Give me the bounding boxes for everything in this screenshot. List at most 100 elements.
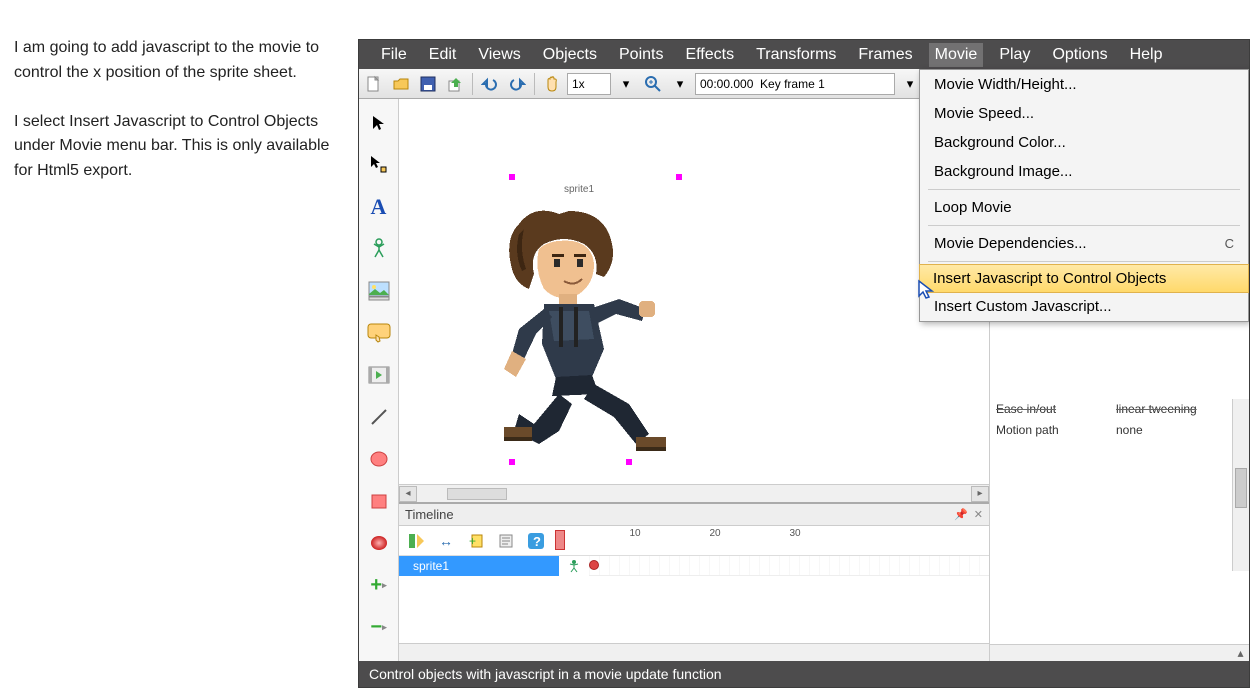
tl-stretch-icon[interactable]: ↔	[435, 530, 457, 552]
app-window: File Edit Views Objects Points Effects T…	[358, 39, 1250, 688]
shortcut-label: C	[1225, 236, 1234, 251]
track-body[interactable]	[589, 556, 989, 576]
tick-30: 30	[789, 528, 800, 539]
properties-body: Ease in/out linear tweening Motion path …	[990, 399, 1249, 661]
instruction-p2: I select Insert Javascript to Control Ob…	[14, 110, 342, 184]
remove-tool-icon[interactable]: −▸	[365, 613, 393, 641]
menu-effects[interactable]: Effects	[679, 43, 740, 67]
add-tool-icon[interactable]: +▸	[365, 571, 393, 599]
scroll-thumb[interactable]	[447, 488, 507, 500]
select-tool-icon[interactable]	[365, 109, 393, 137]
timeline-row-sprite1[interactable]: sprite1	[399, 556, 989, 576]
point-select-icon[interactable]	[365, 151, 393, 179]
menu-separator-3	[928, 261, 1240, 262]
props-bottombar: ▴	[990, 644, 1249, 661]
track-name[interactable]: sprite1	[399, 556, 559, 576]
timeline-hscroll[interactable]	[399, 643, 989, 661]
canvas: sprite1	[434, 114, 954, 494]
scroll-left-icon[interactable]: ◂	[399, 486, 417, 502]
zoom-input[interactable]	[567, 73, 611, 95]
tick-20: 20	[709, 528, 720, 539]
sprite-label: sprite1	[564, 184, 594, 195]
oval-tool-icon[interactable]	[365, 445, 393, 473]
zoom-dropdown2-icon[interactable]: ▾	[668, 72, 692, 96]
svg-text:?: ?	[533, 534, 541, 549]
bone-tool-icon[interactable]	[365, 235, 393, 263]
timeline-header: Timeline 📌 ✕	[399, 504, 989, 526]
menu-points[interactable]: Points	[613, 43, 669, 67]
tl-help-icon[interactable]: ?	[525, 530, 547, 552]
tick-10: 10	[629, 528, 640, 539]
keyframe-0[interactable]	[589, 560, 599, 570]
menu-frames[interactable]: Frames	[852, 43, 918, 67]
undo-icon[interactable]	[478, 72, 502, 96]
selection-handle-br[interactable]	[626, 459, 632, 465]
menu-separator-1	[928, 189, 1240, 190]
timeline-pin-icon[interactable]: 📌	[954, 508, 968, 521]
selection-handle-tl[interactable]	[509, 174, 515, 180]
props-scrollbar[interactable]	[1232, 399, 1249, 571]
menu-transforms[interactable]: Transforms	[750, 43, 842, 67]
menuitem-insert-js-control[interactable]: Insert Javascript to Control Objects	[919, 264, 1249, 293]
menuitem-background-image[interactable]: Background Image...	[920, 157, 1248, 186]
menu-views[interactable]: Views	[472, 43, 526, 67]
frame-input[interactable]	[695, 73, 895, 95]
menuitem-movie-width-height[interactable]: Movie Width/Height...	[920, 70, 1248, 99]
menu-separator-2	[928, 225, 1240, 226]
button-tool-icon[interactable]	[365, 319, 393, 347]
menu-help[interactable]: Help	[1124, 43, 1169, 67]
timeline-toolbar: ↔ + ? 10 20 30	[399, 526, 989, 556]
canvas-hscroll[interactable]: ◂ ▸	[399, 484, 989, 502]
menuitem-movie-speed[interactable]: Movie Speed...	[920, 99, 1248, 128]
movie-clip-icon[interactable]	[365, 361, 393, 389]
menu-options[interactable]: Options	[1046, 43, 1113, 67]
menuitem-background-color[interactable]: Background Color...	[920, 128, 1248, 157]
svg-text:+: +	[469, 534, 476, 548]
movie-menu-dropdown: Movie Width/Height... Movie Speed... Bac…	[919, 69, 1249, 322]
save-icon[interactable]	[416, 72, 440, 96]
center-column: sprite1	[399, 99, 989, 661]
tl-addframe-icon[interactable]: +	[465, 530, 487, 552]
prop-row-motion: Motion path none	[990, 420, 1249, 441]
tl-play-icon[interactable]	[405, 530, 427, 552]
menuitem-movie-dependencies[interactable]: Movie Dependencies...C	[920, 229, 1248, 258]
selection-handle-bl[interactable]	[509, 459, 515, 465]
gradient-oval-icon[interactable]	[365, 529, 393, 557]
scroll-up-icon[interactable]: ▴	[1232, 645, 1249, 661]
hand-icon[interactable]	[540, 72, 564, 96]
sprite-character[interactable]	[464, 199, 674, 459]
scroll-right-icon[interactable]: ▸	[971, 486, 989, 502]
menuitem-insert-custom-js[interactable]: Insert Custom Javascript...	[920, 292, 1248, 321]
statusbar-text: Control objects with javascript in a mov…	[369, 666, 722, 682]
new-file-icon[interactable]	[362, 72, 386, 96]
tl-script-icon[interactable]	[495, 530, 517, 552]
export-icon[interactable]	[443, 72, 467, 96]
image-tool-icon[interactable]	[365, 277, 393, 305]
zoom-dropdown-icon[interactable]: ▾	[614, 72, 638, 96]
menubar: File Edit Views Objects Points Effects T…	[359, 40, 1249, 69]
menu-objects[interactable]: Objects	[537, 43, 603, 67]
menu-play[interactable]: Play	[993, 43, 1036, 67]
zoom-magnify-icon[interactable]	[641, 72, 665, 96]
line-tool-icon[interactable]	[365, 403, 393, 431]
timeline-playhead[interactable]	[555, 530, 565, 550]
tool-sidebar: A +▸ −▸	[359, 99, 399, 661]
rect-tool-icon[interactable]	[365, 487, 393, 515]
open-icon[interactable]	[389, 72, 413, 96]
menuitem-loop-movie[interactable]: Loop Movie	[920, 193, 1248, 222]
prop-row-ease: Ease in/out linear tweening	[990, 399, 1249, 420]
timeline-title: Timeline	[405, 507, 454, 522]
prop-val-motion[interactable]: none	[1116, 422, 1243, 439]
menu-movie[interactable]: Movie	[929, 43, 984, 67]
menu-file[interactable]: File	[375, 43, 413, 67]
timeline-ruler[interactable]: 10 20 30	[555, 530, 983, 552]
prop-val-ease: linear tweening	[1116, 401, 1243, 418]
text-tool-icon[interactable]: A	[365, 193, 393, 221]
selection-handle-tr[interactable]	[676, 174, 682, 180]
redo-icon[interactable]	[505, 72, 529, 96]
canvas-area[interactable]: sprite1	[399, 99, 989, 503]
timeline-close-icon[interactable]: ✕	[974, 508, 983, 521]
track-type-icon	[567, 559, 581, 573]
instruction-p1: I am going to add javascript to the movi…	[14, 36, 342, 86]
menu-edit[interactable]: Edit	[423, 43, 463, 67]
